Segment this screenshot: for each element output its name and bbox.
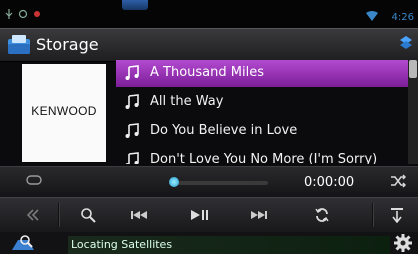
list-scroll-thumb[interactable] — [409, 60, 417, 78]
next-icon — [251, 211, 267, 219]
track-title: A Thousand Miles — [150, 65, 264, 80]
navigation-icon[interactable] — [10, 234, 36, 252]
track-list-item[interactable]: A Thousand Miles — [116, 60, 408, 87]
track-list-item[interactable]: All the Way — [116, 89, 408, 116]
artwork-brand-text: KENWOOD — [31, 104, 97, 118]
track-list-item[interactable]: Don't Love You No More (I'm Sorry) — [116, 147, 408, 164]
track-title: Do You Believe in Love — [150, 123, 298, 138]
storage-icon — [8, 35, 30, 54]
wifi-icon — [366, 11, 378, 21]
next-track-button[interactable] — [240, 198, 280, 232]
status-message: Locating Satellites — [71, 238, 173, 251]
track-list-item[interactable]: Do You Believe in Love — [116, 118, 408, 145]
play-pause-button[interactable] — [180, 198, 220, 232]
progress-knob[interactable] — [168, 177, 179, 187]
repeat-icon[interactable] — [26, 174, 42, 186]
previous-track-button[interactable] — [120, 198, 160, 232]
top-pull-tab[interactable] — [122, 0, 148, 10]
elapsed-time: 0:00:00 — [304, 175, 355, 190]
play-pause-icon — [191, 210, 208, 220]
music-note-icon — [125, 152, 139, 164]
header: Storage — [0, 28, 418, 62]
usb-icon — [4, 9, 14, 19]
search-button[interactable] — [70, 198, 106, 232]
status-bar: 4:26 — [0, 0, 418, 28]
playback-controls — [0, 197, 418, 232]
back-button[interactable] — [16, 198, 50, 232]
notification-icon — [18, 9, 28, 19]
music-note-icon — [125, 94, 139, 109]
progress-area: 0:00:00 — [0, 166, 418, 197]
eject-icon — [391, 208, 403, 223]
settings-gear-icon[interactable] — [394, 234, 412, 252]
eject-button[interactable] — [380, 198, 414, 232]
repeat-cycle-icon — [315, 208, 329, 222]
music-note-icon — [125, 123, 139, 138]
album-artwork: KENWOOD — [22, 64, 106, 162]
source-title: Storage — [36, 35, 99, 54]
track-title: All the Way — [150, 94, 224, 109]
previous-icon — [131, 211, 147, 219]
track-list[interactable]: A Thousand Miles All the Way Do You Beli… — [116, 60, 408, 164]
shuffle-icon[interactable] — [390, 174, 406, 188]
search-icon — [81, 208, 96, 223]
music-note-icon — [125, 65, 139, 80]
status-message-bar: Locating Satellites — [68, 236, 390, 254]
double-chevron-left-icon — [26, 209, 39, 221]
track-title: Don't Love You No More (I'm Sorry) — [150, 152, 378, 164]
clock: 4:26 — [391, 12, 414, 23]
collapse-icon[interactable] — [398, 35, 414, 51]
progress-track[interactable] — [172, 181, 268, 185]
repeat-mode-button[interactable] — [304, 198, 340, 232]
record-icon — [32, 9, 42, 19]
